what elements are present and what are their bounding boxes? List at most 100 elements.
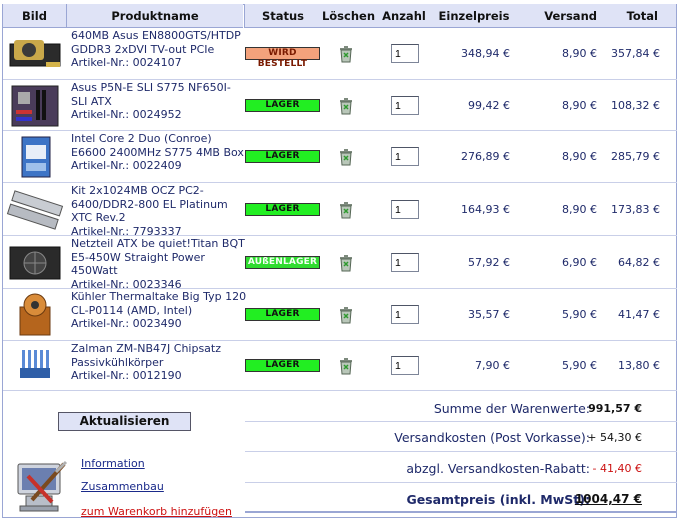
trash-icon[interactable] — [338, 254, 354, 272]
row-total: 41,47 € — [618, 308, 660, 321]
trash-icon[interactable] — [338, 45, 354, 63]
summary-divider — [245, 421, 677, 422]
information-link[interactable]: Information — [81, 457, 145, 470]
status-badge: LAGER — [245, 203, 320, 216]
quantity-input[interactable] — [391, 253, 419, 272]
trash-icon[interactable] — [338, 201, 354, 219]
shipping-price: 5,90 € — [562, 308, 597, 321]
product-name[interactable]: Zalman ZM-NB47J Chipsatz Passivkühlkörpe… — [71, 342, 247, 383]
trash-icon[interactable] — [338, 97, 354, 115]
article-number: Artikel-Nr.: 0024952 — [71, 108, 182, 121]
article-number: Artikel-Nr.: 0012190 — [71, 369, 182, 382]
row-total: 64,82 € — [618, 256, 660, 269]
add-to-cart-link[interactable]: zum Warenkorb hinzufügen — [81, 505, 232, 518]
cpu-cooler-image[interactable] — [6, 293, 64, 337]
table-row: Intel Core 2 Duo (Conroe) E6600 2400MHz … — [3, 131, 677, 183]
row-total: 285,79 € — [611, 150, 660, 163]
product-title[interactable]: Netzteil ATX be quiet!Titan BQT E5-450W … — [71, 237, 245, 277]
shipping-cost-value: + 54,30 € — [587, 431, 642, 444]
article-number: Artikel-Nr.: 0023490 — [71, 317, 182, 330]
status-badge: LAGER — [245, 150, 320, 163]
shipping-price: 5,90 € — [562, 359, 597, 372]
quantity-input[interactable] — [391, 44, 419, 63]
unit-price: 164,93 € — [461, 203, 510, 216]
trash-icon[interactable] — [338, 357, 354, 375]
tools-icon — [12, 456, 70, 514]
product-name[interactable]: Asus P5N-E SLI S775 NF650I-SLI ATX Artike… — [71, 81, 247, 122]
product-title[interactable]: Asus P5N-E SLI S775 NF650I-SLI ATX — [71, 81, 231, 108]
product-name[interactable]: 640MB Asus EN8800GTS/HTDP GDDR3 2xDVI TV… — [71, 29, 247, 70]
header-anzahl: Anzahl — [376, 4, 432, 28]
power-supply-image[interactable] — [6, 241, 64, 285]
shipping-cost-label: Versandkosten (Post Vorkasse): — [394, 430, 590, 445]
header-divider — [244, 4, 245, 28]
trash-icon[interactable] — [338, 148, 354, 166]
product-title[interactable]: Zalman ZM-NB47J Chipsatz Passivkühlkörpe… — [71, 342, 221, 369]
grand-total-value: 1004,47 € — [574, 492, 642, 506]
table-row: 640MB Asus EN8800GTS/HTDP GDDR3 2xDVI TV… — [3, 28, 677, 80]
quantity-input[interactable] — [391, 147, 419, 166]
unit-price: 57,92 € — [468, 256, 510, 269]
grand-total-label: Gesamtpreis (inkl. MwSt): — [406, 492, 590, 507]
row-total: 108,32 € — [611, 99, 660, 112]
unit-price: 99,42 € — [468, 99, 510, 112]
status-badge: AUßENLAGER — [245, 256, 320, 269]
cpu-box-image[interactable] — [6, 135, 64, 179]
product-name[interactable]: Netzteil ATX be quiet!Titan BQT E5-450W … — [71, 237, 247, 291]
shipping-price: 8,90 € — [562, 99, 597, 112]
quantity-input[interactable] — [391, 356, 419, 375]
header-loeschen: Löschen — [321, 4, 376, 28]
article-number: Artikel-Nr.: 0024107 — [71, 56, 182, 69]
product-name[interactable]: Intel Core 2 Duo (Conroe) E6600 2400MHz … — [71, 132, 247, 173]
quantity-input[interactable] — [391, 305, 419, 324]
product-title[interactable]: Kit 2x1024MB OCZ PC2-6400/DDR2-800 EL Pl… — [71, 184, 228, 224]
summary-divider — [245, 451, 677, 452]
discount-label: abzgl. Versandkosten-Rabatt: — [406, 461, 590, 476]
update-button[interactable]: Aktualisieren — [58, 412, 191, 431]
header-versand: Versand — [516, 4, 600, 28]
motherboard-image[interactable] — [6, 84, 64, 128]
header-divider — [66, 4, 67, 28]
table-row: Zalman ZM-NB47J Chipsatz Passivkühlkörpe… — [3, 341, 677, 391]
unit-price: 348,94 € — [461, 47, 510, 60]
shipping-price: 8,90 € — [562, 150, 597, 163]
table-row: Kühler Thermaltake Big Typ 120 CL-P0114 … — [3, 289, 677, 341]
product-title[interactable]: 640MB Asus EN8800GTS/HTDP GDDR3 2xDVI TV… — [71, 29, 241, 56]
summary-divider — [245, 511, 677, 513]
unit-price: 7,90 € — [475, 359, 510, 372]
table-row: Kit 2x1024MB OCZ PC2-6400/DDR2-800 EL Pl… — [3, 183, 677, 238]
subtotal-value: 991,57 € — [588, 402, 642, 415]
table-row: Asus P5N-E SLI S775 NF650I-SLI ATX Artike… — [3, 80, 677, 131]
header-produktname: Produktname — [67, 4, 243, 28]
assembly-link[interactable]: Zusammenbau — [81, 480, 164, 493]
header-status: Status — [245, 4, 321, 28]
table-row: Netzteil ATX be quiet!Titan BQT E5-450W … — [3, 236, 677, 291]
header-total: Total — [600, 4, 676, 28]
shipping-price: 8,90 € — [562, 47, 597, 60]
discount-value: - 41,40 € — [592, 462, 642, 475]
article-number: Artikel-Nr.: 0022409 — [71, 159, 182, 172]
product-title[interactable]: Kühler Thermaltake Big Typ 120 CL-P0114 … — [71, 290, 246, 317]
product-name[interactable]: Kit 2x1024MB OCZ PC2-6400/DDR2-800 EL Pl… — [71, 184, 247, 238]
quantity-input[interactable] — [391, 96, 419, 115]
header-einzelpreis: Einzelpreis — [432, 4, 516, 28]
trash-icon[interactable] — [338, 306, 354, 324]
ram-image[interactable] — [6, 188, 64, 232]
status-badge: LAGER — [245, 359, 320, 372]
product-name[interactable]: Kühler Thermaltake Big Typ 120 CL-P0114 … — [71, 290, 247, 331]
status-badge: WIRD BESTELLT — [245, 47, 320, 69]
status-badge: LAGER — [245, 308, 320, 321]
row-total: 13,80 € — [618, 359, 660, 372]
header-bild: Bild — [3, 4, 66, 28]
summary-divider — [245, 482, 677, 483]
graphics-card-image[interactable] — [6, 32, 64, 76]
row-total: 173,83 € — [611, 203, 660, 216]
unit-price: 35,57 € — [468, 308, 510, 321]
chipset-heatsink-image[interactable] — [6, 344, 64, 388]
row-total: 357,84 € — [611, 47, 660, 60]
shipping-price: 8,90 € — [562, 203, 597, 216]
product-title[interactable]: Intel Core 2 Duo (Conroe) E6600 2400MHz … — [71, 132, 244, 159]
quantity-input[interactable] — [391, 200, 419, 219]
unit-price: 276,89 € — [461, 150, 510, 163]
subtotal-label: Summe der Warenwerte: — [433, 401, 590, 416]
